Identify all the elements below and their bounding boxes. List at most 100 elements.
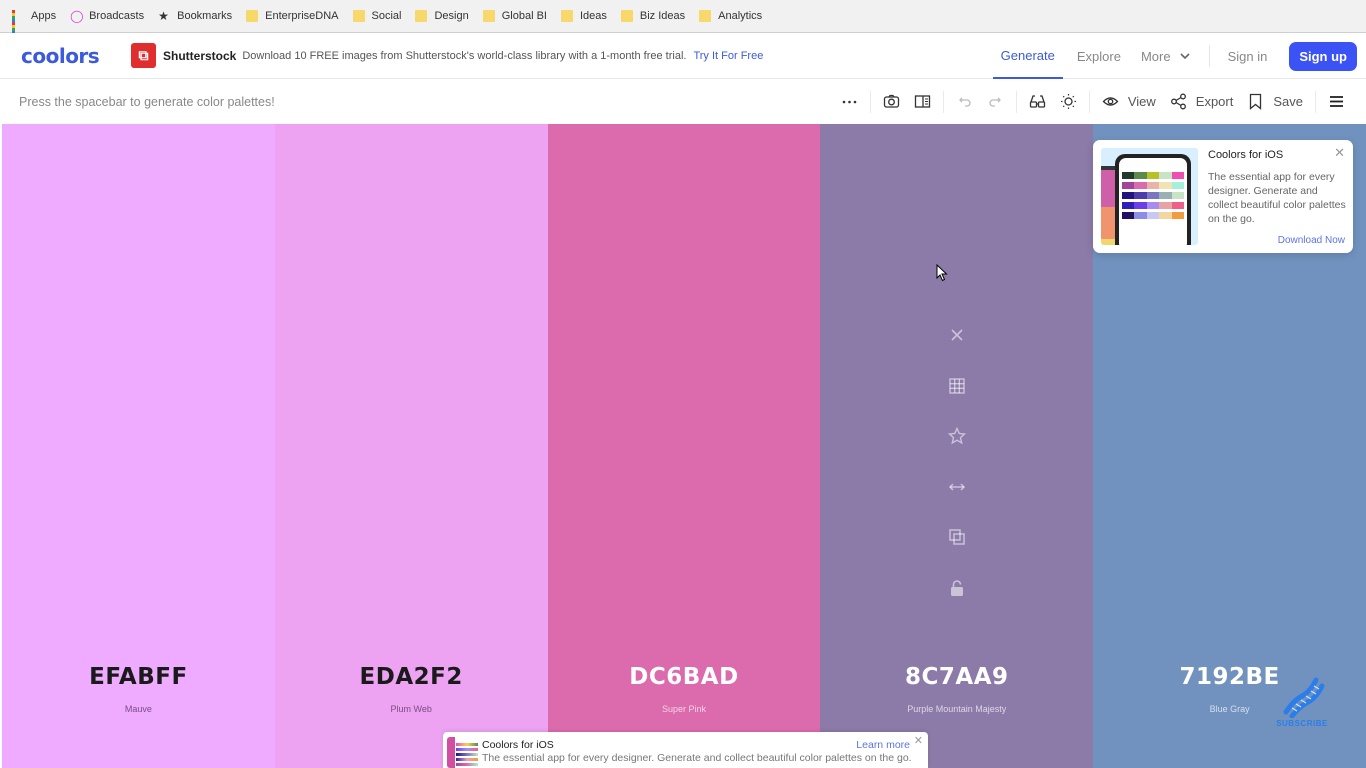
undo-icon xyxy=(958,97,971,107)
nav-explore[interactable]: Explore xyxy=(1069,33,1129,79)
ellipsis-icon xyxy=(842,100,857,104)
learn-more-link[interactable]: Learn more xyxy=(856,739,910,751)
bookmark-label: Ideas xyxy=(579,10,607,22)
broadcast-icon: ◯ xyxy=(70,9,84,23)
camera-button[interactable] xyxy=(876,93,907,110)
hex-code[interactable]: 8C7AA9 xyxy=(820,664,1093,690)
bookmark-label: Broadcasts xyxy=(89,10,145,22)
bookmark-label: Design xyxy=(434,10,469,22)
sign-in-link[interactable]: Sign in xyxy=(1220,33,1276,79)
divider xyxy=(1015,90,1017,113)
dna-icon xyxy=(1283,677,1325,718)
camera-icon xyxy=(883,94,899,108)
share-icon xyxy=(1170,93,1186,110)
view-shades-button[interactable] xyxy=(946,375,968,397)
phone-front xyxy=(1115,154,1191,245)
color-swatch[interactable]: EFABFF Mauve xyxy=(2,124,275,768)
bookmark-label: Global BI xyxy=(501,10,547,22)
export-button[interactable]: Export xyxy=(1163,93,1241,110)
nav-more[interactable]: More xyxy=(1133,33,1199,79)
bookmark-analytics[interactable]: Analytics xyxy=(699,10,762,22)
bookmark-global-bi[interactable]: Global BI xyxy=(482,10,547,22)
glasses-icon xyxy=(1029,95,1045,108)
redo-button[interactable] xyxy=(980,93,1011,110)
grid-icon xyxy=(949,377,965,394)
menu-button[interactable] xyxy=(1321,93,1352,110)
save-button[interactable]: Save xyxy=(1240,93,1310,110)
bookmark-bookmarks[interactable]: ★ Bookmarks xyxy=(158,10,232,22)
bookmark-enterprisedna[interactable]: EnterpriseDNA xyxy=(246,10,339,22)
lock-color-button[interactable] xyxy=(946,577,968,599)
color-name: Purple Mountain Majesty xyxy=(907,704,1007,714)
color-swatch[interactable]: DC6BAD Super Pink xyxy=(547,124,821,768)
ios-promo-card: Coolors for iOS The essential app for ev… xyxy=(1093,140,1353,253)
star-icon: ★ xyxy=(158,9,169,23)
phone-mockup-image xyxy=(1101,148,1198,245)
close-icon[interactable]: ✕ xyxy=(914,734,923,747)
hex-code[interactable]: EFABFF xyxy=(2,664,275,690)
toolbar-actions: View Export Save xyxy=(834,79,1352,124)
ios-card-title: Coolors for iOS xyxy=(1208,149,1284,161)
chevron-down-icon xyxy=(1180,53,1190,60)
divider xyxy=(869,90,871,113)
bottom-ios-banner: Coolors for iOS The essential app for ev… xyxy=(443,732,928,768)
folder-icon xyxy=(560,10,573,22)
divider xyxy=(1315,90,1316,113)
color-blindness-button[interactable] xyxy=(1022,93,1053,110)
unlock-icon xyxy=(950,579,963,596)
sun-icon xyxy=(1060,94,1076,109)
color-name: Super Pink xyxy=(661,704,706,714)
bookmark-label: Biz Ideas xyxy=(639,10,686,22)
folder-icon xyxy=(699,10,712,22)
nav-generate[interactable]: Generate xyxy=(992,33,1063,79)
color-swatch[interactable]: EDA2F2 Plum Web xyxy=(274,124,548,768)
ios-card-description: The essential app for every designer. Ge… xyxy=(1208,171,1346,225)
bookmark-social[interactable]: Social xyxy=(352,10,401,22)
swatch-tools xyxy=(942,324,972,627)
drag-color-handle[interactable] xyxy=(946,476,968,498)
coolors-logo[interactable]: coolors xyxy=(21,44,113,68)
bookmark-biz-ideas[interactable]: Biz Ideas xyxy=(620,10,686,22)
more-options-button[interactable] xyxy=(834,93,865,110)
bookmark-design[interactable]: Design xyxy=(415,10,469,22)
hex-code[interactable]: DC6BAD xyxy=(548,664,821,690)
favorite-color-button[interactable] xyxy=(946,425,968,447)
mouse-cursor-icon xyxy=(936,264,948,282)
undo-button[interactable] xyxy=(949,93,980,110)
phone-thumbnail-image xyxy=(447,737,479,768)
hex-code[interactable]: EDA2F2 xyxy=(275,664,548,690)
nav-more-label: More xyxy=(1140,48,1171,64)
ad-link[interactable]: Try It For Free xyxy=(693,50,763,62)
shutterstock-logo-icon[interactable]: ⧉ xyxy=(131,43,156,68)
remove-color-button[interactable] xyxy=(946,324,968,346)
banner-description: The essential app for every designer. Ge… xyxy=(482,752,912,764)
redo-icon xyxy=(989,97,1001,107)
folder-icon xyxy=(246,10,259,22)
close-icon xyxy=(951,329,963,341)
view-label: View xyxy=(1127,94,1156,109)
bookmark-ideas[interactable]: Ideas xyxy=(560,10,607,22)
color-swatch[interactable]: 8C7AA9 Purple Mountain Majesty xyxy=(820,124,1094,768)
banner-title: Coolors for iOS xyxy=(482,739,554,751)
folder-icon xyxy=(415,10,428,22)
sidebar-toggle-button[interactable] xyxy=(907,93,938,110)
adjust-palette-button[interactable] xyxy=(1053,93,1084,110)
bookmark-broadcasts[interactable]: ◯ Broadcasts xyxy=(70,10,144,22)
subscribe-label: SUBSCRIBE xyxy=(1276,719,1328,728)
close-icon[interactable]: ✕ xyxy=(1334,145,1345,161)
nav-menu: Generate Explore More Sign in Sign up xyxy=(992,33,1357,79)
bookmark-icon xyxy=(1250,93,1262,110)
export-label: Export xyxy=(1195,94,1234,109)
view-button[interactable]: View xyxy=(1095,93,1163,110)
panel-icon xyxy=(914,95,930,108)
drag-arrows-icon xyxy=(948,482,965,491)
navbar: coolors ⧉ Shutterstock Download 10 FREE … xyxy=(0,33,1366,79)
sign-up-button[interactable]: Sign up xyxy=(1289,41,1357,71)
subscribe-watermark[interactable]: SUBSCRIBE xyxy=(1272,676,1332,728)
copy-color-button[interactable] xyxy=(946,526,968,548)
download-now-link[interactable]: Download Now xyxy=(1278,235,1345,246)
bookmark-label: Apps xyxy=(31,10,57,22)
star-icon xyxy=(947,427,966,445)
folder-icon xyxy=(620,10,633,22)
bookmark-apps[interactable]: Apps xyxy=(12,10,57,37)
